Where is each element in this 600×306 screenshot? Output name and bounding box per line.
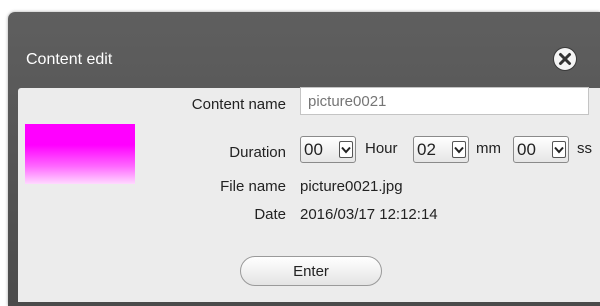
dialog-titlebar: Content edit	[8, 12, 600, 88]
duration-minute-value: 02	[417, 140, 436, 159]
chevron-down-icon	[552, 141, 566, 158]
duration-minute-select[interactable]: 02	[413, 136, 469, 163]
second-unit-label: ss	[577, 140, 592, 157]
date-label: Date	[254, 206, 286, 223]
hour-unit-label: Hour	[365, 140, 398, 157]
duration-second-value: 00	[517, 140, 536, 159]
chevron-down-icon	[339, 141, 353, 158]
duration-hour-value: 00	[304, 140, 323, 159]
minute-unit-label: mm	[476, 140, 501, 157]
content-thumbnail	[25, 124, 135, 184]
date-value: 2016/03/17 12:12:14	[300, 206, 438, 223]
content-name-input[interactable]	[300, 87, 589, 115]
duration-label: Duration	[229, 144, 286, 161]
dialog-title: Content edit	[26, 51, 113, 68]
file-name-label: File name	[220, 178, 286, 195]
close-icon[interactable]	[554, 48, 576, 70]
chevron-down-icon	[452, 141, 466, 158]
enter-button[interactable]: Enter	[240, 256, 382, 286]
file-name-value: picture0021.jpg	[300, 178, 403, 195]
duration-hour-select[interactable]: 00	[300, 136, 356, 163]
content-name-label: Content name	[191, 96, 286, 113]
duration-second-select[interactable]: 00	[513, 136, 569, 163]
